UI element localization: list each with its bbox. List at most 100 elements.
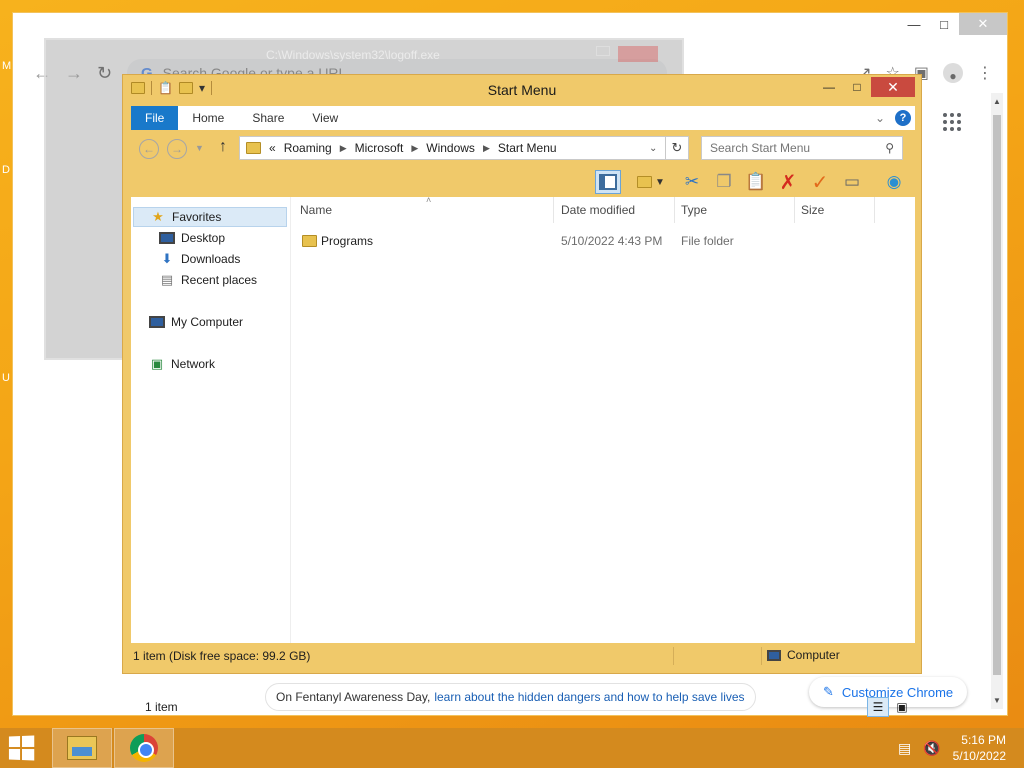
chevron-right-icon[interactable]: ▶ bbox=[340, 143, 347, 154]
banner-text: On Fentanyl Awareness Day, bbox=[276, 690, 431, 704]
chrome-icon bbox=[130, 734, 158, 762]
scroll-down-icon[interactable]: ▼ bbox=[991, 696, 1003, 705]
file-date: 5/10/2022 4:43 PM bbox=[561, 234, 663, 248]
paste-icon[interactable]: 📋 bbox=[743, 170, 769, 194]
nav-favorites[interactable]: ★ Favorites bbox=[133, 207, 287, 227]
file-row[interactable]: Programs 5/10/2022 4:43 PM File folder bbox=[296, 231, 756, 253]
column-header-type[interactable]: Type bbox=[681, 203, 707, 217]
nav-desktop[interactable]: Desktop bbox=[159, 228, 225, 248]
column-header-date[interactable]: Date modified bbox=[561, 203, 635, 217]
address-overflow[interactable]: « bbox=[269, 141, 276, 155]
network-tray-icon[interactable]: ▤ bbox=[898, 740, 911, 757]
nav-recent-places[interactable]: ▤ Recent places bbox=[159, 270, 257, 290]
status-free-space: 1 item (Disk free space: 99.2 GB) bbox=[133, 649, 311, 663]
breadcrumb-start-menu[interactable]: Start Menu bbox=[498, 141, 557, 155]
desktop-label-m: M bbox=[2, 60, 12, 72]
explorer-title: Start Menu bbox=[487, 82, 557, 98]
column-header-name[interactable]: Name bbox=[300, 203, 332, 217]
preview-pane-icon[interactable] bbox=[595, 170, 621, 194]
chrome-close-button[interactable]: ✕ bbox=[959, 13, 1007, 35]
search-box[interactable]: ⚲ bbox=[701, 136, 903, 160]
explorer-maximize-button[interactable]: □ bbox=[843, 77, 871, 97]
recent-locations-icon[interactable]: ▼ bbox=[195, 143, 204, 153]
copy-icon[interactable]: ❐ bbox=[711, 170, 737, 194]
explorer-minimize-button[interactable]: — bbox=[815, 77, 843, 97]
globe-icon[interactable]: ◉ bbox=[881, 170, 907, 194]
sort-caret-icon: ˄ bbox=[426, 195, 432, 205]
tab-file[interactable]: File bbox=[131, 106, 179, 130]
nav-network[interactable]: ▣ Network bbox=[149, 354, 215, 374]
ghost-dialog-title: C:\Windows\system32\logoff.exe bbox=[266, 48, 440, 62]
computer-icon bbox=[767, 649, 781, 661]
volume-muted-icon[interactable]: 🔇 bbox=[923, 740, 940, 757]
nav-label: Favorites bbox=[172, 210, 222, 224]
chevron-right-icon[interactable]: ▶ bbox=[483, 143, 490, 154]
address-row: ← → ▼ ↑ « Roaming ▶ Microsoft ▶ Windows … bbox=[131, 131, 915, 167]
kebab-menu-icon[interactable]: ⋮ bbox=[977, 63, 993, 83]
tab-share[interactable]: Share bbox=[238, 106, 298, 130]
ghost-close-icon bbox=[618, 46, 658, 62]
column-header-size[interactable]: Size bbox=[801, 203, 824, 217]
large-icons-view-icon[interactable]: ▣ bbox=[891, 697, 913, 717]
delete-icon[interactable]: ✗ bbox=[775, 170, 801, 194]
nav-my-computer[interactable]: My Computer bbox=[149, 312, 243, 332]
up-arrow-icon[interactable]: ↑ bbox=[219, 138, 227, 156]
ghost-minimize-icon bbox=[596, 46, 610, 56]
expand-ribbon-icon[interactable]: ⌄ bbox=[875, 111, 885, 125]
status-location: Computer bbox=[767, 648, 840, 662]
google-apps-icon[interactable] bbox=[943, 113, 961, 131]
search-input[interactable] bbox=[710, 141, 886, 155]
explorer-window[interactable]: 📋 ▾ Start Menu — □ ✕ File Home Share Vie… bbox=[122, 74, 922, 717]
explorer-close-button[interactable]: ✕ bbox=[871, 77, 915, 97]
details-view-icon[interactable]: ☰ bbox=[867, 697, 889, 717]
explorer-caption-buttons: — □ ✕ bbox=[815, 77, 915, 97]
options-dropdown-icon[interactable]: ▼ bbox=[653, 170, 667, 194]
chevron-right-icon[interactable]: ▶ bbox=[411, 143, 418, 154]
chrome-scrollbar[interactable]: ▲ ▼ bbox=[991, 93, 1003, 709]
chrome-minimize-button[interactable]: — bbox=[899, 13, 929, 35]
computer-icon bbox=[149, 316, 165, 328]
tab-view[interactable]: View bbox=[298, 106, 352, 130]
back-button[interactable]: ← bbox=[139, 139, 159, 159]
file-type: File folder bbox=[681, 234, 734, 248]
awareness-banner: On Fentanyl Awareness Day, learn about t… bbox=[265, 683, 756, 711]
rename-check-icon[interactable]: ✓ bbox=[807, 170, 833, 194]
folder-icon bbox=[302, 235, 317, 247]
folder-icon bbox=[246, 142, 261, 154]
taskbar-chrome[interactable] bbox=[114, 728, 174, 768]
nav-label: Network bbox=[171, 357, 216, 371]
forward-button[interactable]: → bbox=[167, 139, 187, 159]
scrollbar-thumb[interactable] bbox=[993, 115, 1001, 675]
banner-link[interactable]: learn about the hidden dangers and how t… bbox=[434, 690, 744, 704]
breadcrumb-windows[interactable]: Windows bbox=[426, 141, 475, 155]
file-explorer-icon bbox=[67, 736, 97, 760]
command-bar: ▼ ✂ ❐ 📋 ✗ ✓ ▭ ◉ bbox=[131, 167, 915, 197]
taskbar: ▤ 🔇 5:16 PM 5/10/2022 bbox=[0, 728, 1024, 768]
explorer-content: ★ Favorites Desktop ⬇ Downloads ▤ Recent… bbox=[131, 195, 915, 717]
address-dropdown-icon[interactable]: ⌄ bbox=[649, 136, 663, 160]
breadcrumb-roaming[interactable]: Roaming bbox=[284, 141, 332, 155]
tab-home[interactable]: Home bbox=[178, 106, 238, 130]
cut-icon[interactable]: ✂ bbox=[679, 170, 705, 194]
nav-label: Desktop bbox=[181, 231, 226, 245]
properties-box-icon[interactable]: ▭ bbox=[839, 170, 865, 194]
taskbar-file-explorer[interactable] bbox=[52, 728, 112, 768]
clock[interactable]: 5:16 PM 5/10/2022 bbox=[953, 732, 1006, 764]
explorer-titlebar[interactable]: 📋 ▾ Start Menu — □ ✕ bbox=[123, 75, 921, 105]
status-location-label: Computer bbox=[787, 648, 840, 662]
nav-label: Downloads bbox=[181, 252, 241, 266]
chrome-maximize-button[interactable]: □ bbox=[929, 13, 959, 35]
refresh-icon[interactable]: ↻ bbox=[665, 136, 689, 160]
windows-start-icon[interactable] bbox=[8, 735, 36, 761]
clock-date: 5/10/2022 bbox=[952, 749, 1006, 763]
file-name: Programs bbox=[321, 234, 374, 248]
breadcrumb-microsoft[interactable]: Microsoft bbox=[355, 141, 404, 155]
nav-downloads[interactable]: ⬇ Downloads bbox=[159, 249, 241, 269]
system-tray: ▤ 🔇 5:16 PM 5/10/2022 bbox=[898, 732, 1006, 764]
help-icon[interactable]: ? bbox=[895, 110, 911, 126]
scroll-up-icon[interactable]: ▲ bbox=[991, 97, 1003, 106]
address-bar[interactable]: « Roaming ▶ Microsoft ▶ Windows ▶ Start … bbox=[239, 136, 689, 160]
file-list: ˄ Name Date modified Type Size Programs … bbox=[296, 195, 915, 643]
desktop-label-d: D bbox=[2, 164, 10, 176]
profile-avatar-icon[interactable]: ● bbox=[943, 63, 963, 83]
